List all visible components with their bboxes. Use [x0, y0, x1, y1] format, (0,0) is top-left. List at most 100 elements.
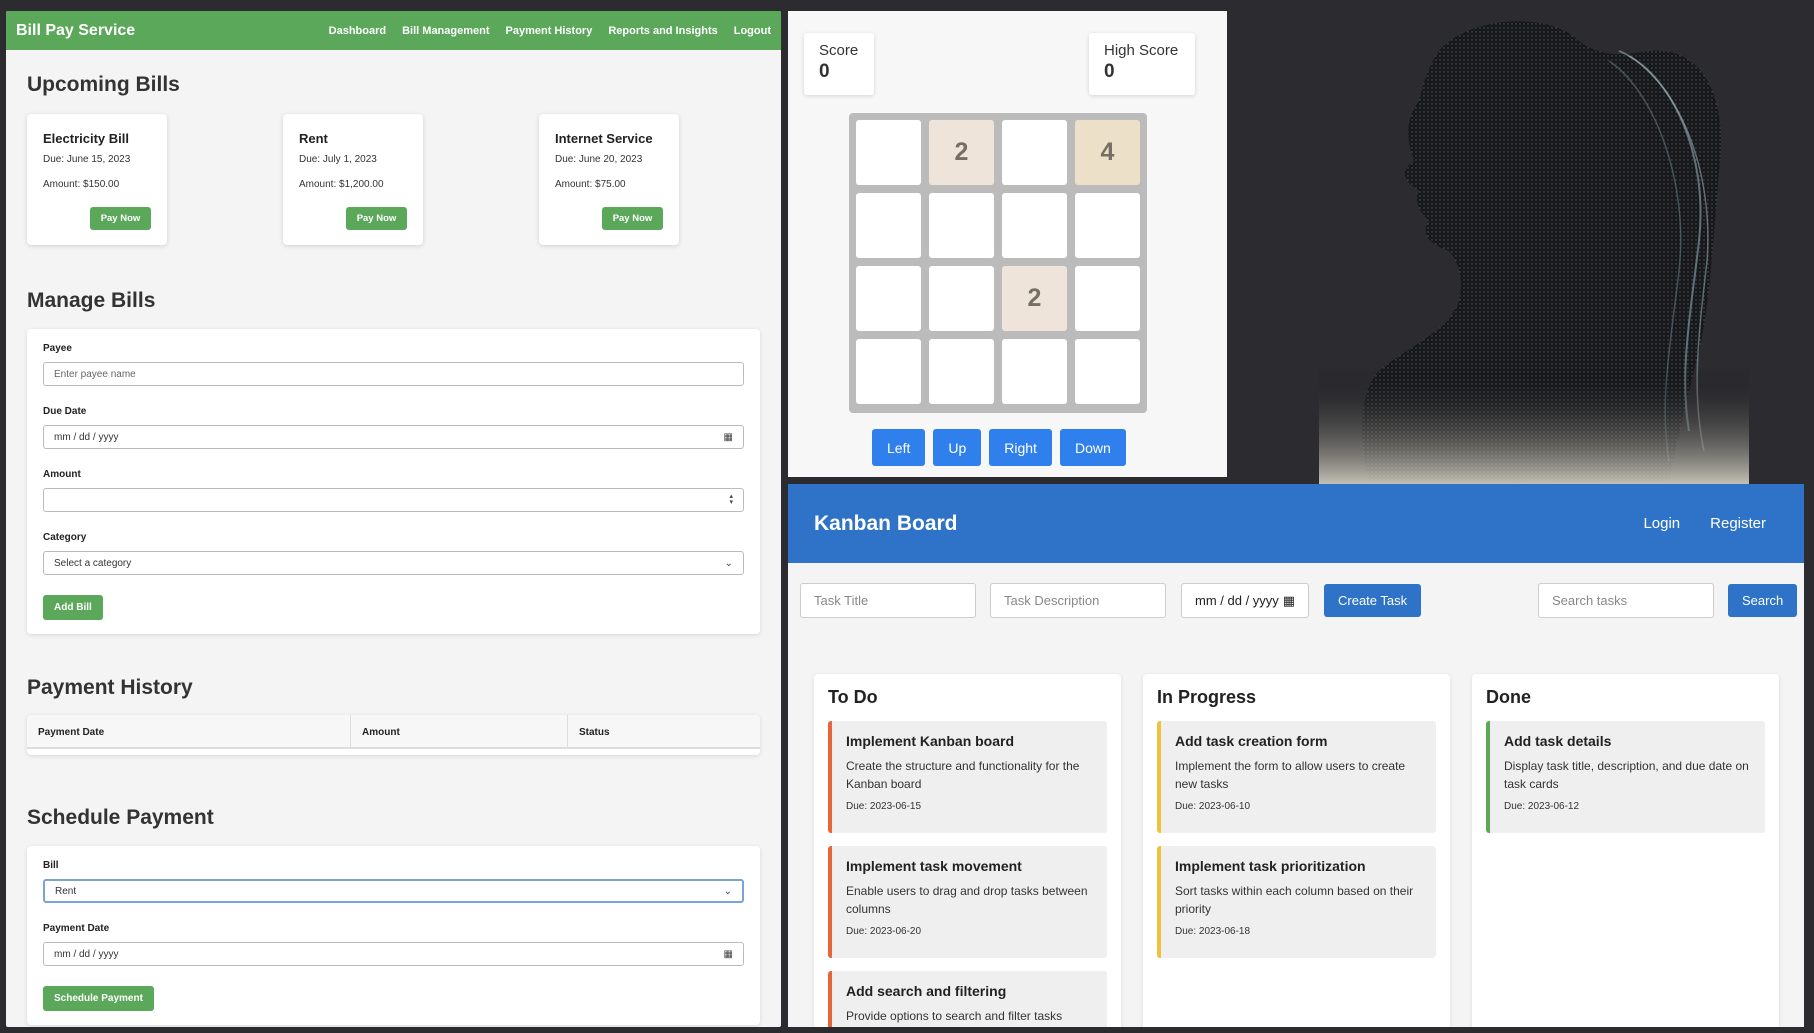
category-label: Category: [43, 532, 87, 543]
category-select[interactable]: Select a category ⌄: [43, 551, 744, 575]
kanban-header: Kanban Board Login Register: [788, 484, 1804, 563]
game-tile: [856, 266, 921, 331]
bill-name: Internet Service: [555, 131, 653, 146]
game-tile: [856, 120, 921, 185]
register-link[interactable]: Register: [1710, 515, 1766, 532]
game-tile: 4: [1075, 120, 1140, 185]
search-tasks-input[interactable]: Search tasks: [1538, 583, 1714, 618]
table-header: Payment Date Amount Status: [27, 715, 760, 749]
calendar-icon[interactable]: ▦: [1283, 593, 1295, 609]
task-card[interactable]: Implement task movement Enable users to …: [828, 846, 1107, 958]
game-tile: 2: [1002, 266, 1067, 331]
score-box: Score 0: [804, 33, 874, 95]
bill-due: Due: June 20, 2023: [555, 154, 643, 165]
high-score-box: High Score 0: [1089, 33, 1195, 95]
kanban-columns: To Do Implement Kanban board Create the …: [814, 674, 1779, 1027]
bill-name: Electricity Bill: [43, 131, 129, 146]
column-header: Status: [579, 727, 610, 738]
bill-amount: Amount: $1,200.00: [299, 179, 384, 190]
task-description-placeholder: Task Description: [1004, 593, 1100, 608]
task-card[interactable]: Add search and filtering Provide options…: [828, 971, 1107, 1027]
payment-history-table: Payment Date Amount Status: [27, 715, 760, 755]
calendar-icon[interactable]: ▦: [724, 949, 733, 960]
task-due: Due: 2023-06-18: [1175, 926, 1251, 937]
search-tasks-placeholder: Search tasks: [1552, 593, 1628, 608]
schedule-payment-title: Schedule Payment: [27, 806, 214, 829]
login-link[interactable]: Login: [1643, 515, 1680, 532]
task-date-input[interactable]: mm / dd / yyyy ▦: [1181, 583, 1309, 618]
nav-payment-history[interactable]: Payment History: [506, 25, 593, 37]
task-card[interactable]: Add task details Display task title, des…: [1486, 721, 1765, 833]
up-button[interactable]: Up: [933, 429, 982, 466]
amount-input[interactable]: ▴ ▾: [43, 488, 744, 512]
brand-title[interactable]: Bill Pay Service: [16, 22, 135, 40]
left-button[interactable]: Left: [872, 429, 926, 466]
task-card[interactable]: Implement Kanban board Create the struct…: [828, 721, 1107, 833]
column-header: Payment Date: [27, 715, 351, 747]
navbar: Bill Pay Service Dashboard Bill Manageme…: [6, 11, 781, 50]
bill-amount: Amount: $75.00: [555, 179, 626, 190]
upcoming-bills-title: Upcoming Bills: [27, 73, 180, 96]
kanban-title: Kanban Board: [814, 511, 958, 535]
payee-placeholder: Enter payee name: [54, 368, 136, 380]
task-title: Add task creation form: [1175, 733, 1328, 749]
column-done: Done Add task details Display task title…: [1472, 674, 1779, 1027]
task-card[interactable]: Add task creation form Implement the for…: [1157, 721, 1436, 833]
task-description: Provide options to search and filter tas…: [846, 1009, 1063, 1023]
due-date-input[interactable]: mm / dd / yyyy ▦: [43, 425, 744, 449]
game-tile: [856, 193, 921, 258]
payee-label: Payee: [43, 343, 72, 354]
nav-dashboard[interactable]: Dashboard: [329, 25, 386, 37]
kanban-app: Kanban Board Login Register Task Title T…: [788, 484, 1804, 1027]
due-date-label: Due Date: [43, 406, 87, 417]
spinner-arrows-icon[interactable]: ▴ ▾: [729, 493, 733, 506]
game-controls: Left Up Right Down: [872, 429, 1126, 466]
bill-select[interactable]: Rent ⌄: [43, 879, 744, 903]
task-date-placeholder: mm / dd / yyyy: [1195, 593, 1279, 608]
task-description-input[interactable]: Task Description: [990, 583, 1166, 618]
create-task-button[interactable]: Create Task: [1324, 584, 1422, 617]
task-card[interactable]: Implement task prioritization Sort tasks…: [1157, 846, 1436, 958]
game-tile: 2: [929, 120, 994, 185]
task-description: Sort tasks within each column based on t…: [1175, 884, 1414, 916]
game-tile: [856, 339, 921, 404]
chevron-down-icon: ⌄: [723, 885, 732, 897]
pay-now-button[interactable]: Pay Now: [346, 207, 407, 230]
pay-now-button[interactable]: Pay Now: [90, 207, 151, 230]
game-tile: [1002, 120, 1067, 185]
pay-now-button[interactable]: Pay Now: [602, 207, 663, 230]
due-date-placeholder: mm / dd / yyyy: [54, 431, 119, 443]
task-title: Implement task movement: [846, 858, 1022, 874]
task-description: Create the structure and functionality f…: [846, 759, 1080, 791]
task-title-placeholder: Task Title: [814, 593, 869, 608]
task-description: Implement the form to allow users to cre…: [1175, 759, 1406, 791]
game-tile: [1002, 193, 1067, 258]
column-header: Amount: [351, 715, 568, 747]
payment-date-input[interactable]: mm / dd / yyyy ▦: [43, 942, 744, 966]
game-board: 2 4 2: [849, 113, 1147, 413]
payment-history-title: Payment History: [27, 676, 193, 699]
schedule-payment-button[interactable]: Schedule Payment: [43, 986, 154, 1011]
nav-reports[interactable]: Reports and Insights: [608, 25, 717, 37]
manage-bills-form: Payee Enter payee name Due Date mm / dd …: [27, 329, 760, 634]
task-description: Display task title, description, and due…: [1504, 759, 1749, 791]
down-button[interactable]: Down: [1059, 429, 1126, 466]
game-tile: [1075, 339, 1140, 404]
payee-input[interactable]: Enter payee name: [43, 362, 744, 386]
search-button[interactable]: Search: [1728, 584, 1798, 617]
bill-card: Internet Service Due: June 20, 2023 Amou…: [539, 114, 679, 245]
task-title: Add task details: [1504, 733, 1612, 749]
chevron-down-icon: ⌄: [724, 557, 733, 569]
column-todo: To Do Implement Kanban board Create the …: [814, 674, 1121, 1027]
bill-select-value: Rent: [55, 885, 77, 897]
bill-due: Due: June 15, 2023: [43, 154, 131, 165]
right-button[interactable]: Right: [989, 429, 1052, 466]
nav-logout[interactable]: Logout: [734, 25, 771, 37]
add-bill-button[interactable]: Add Bill: [43, 595, 103, 620]
calendar-icon[interactable]: ▦: [724, 432, 733, 443]
column-title: To Do: [828, 687, 878, 707]
task-toolbar: Task Title Task Description mm / dd / yy…: [800, 583, 1798, 618]
task-due: Due: 2023-06-12: [1504, 801, 1580, 812]
nav-bill-management[interactable]: Bill Management: [402, 25, 489, 37]
task-title-input[interactable]: Task Title: [800, 583, 976, 618]
